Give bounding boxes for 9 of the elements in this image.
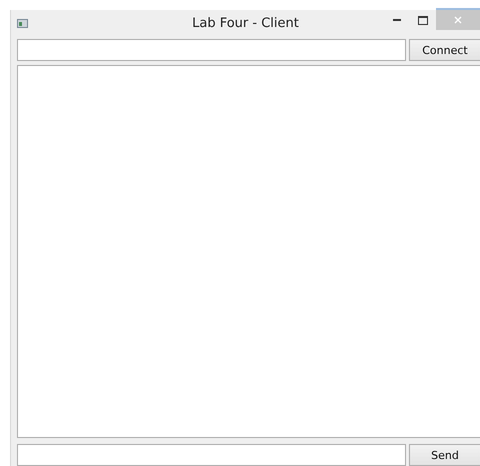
close-icon: [454, 16, 462, 24]
maximize-icon: [418, 16, 428, 24]
connect-button[interactable]: Connect: [409, 39, 480, 61]
window-title: Lab Four - Client: [192, 16, 299, 30]
message-field[interactable]: [17, 444, 406, 466]
minimize-icon: [393, 19, 401, 21]
send-button[interactable]: Send: [409, 444, 480, 466]
app-icon: [17, 18, 28, 28]
address-field[interactable]: [17, 39, 406, 61]
